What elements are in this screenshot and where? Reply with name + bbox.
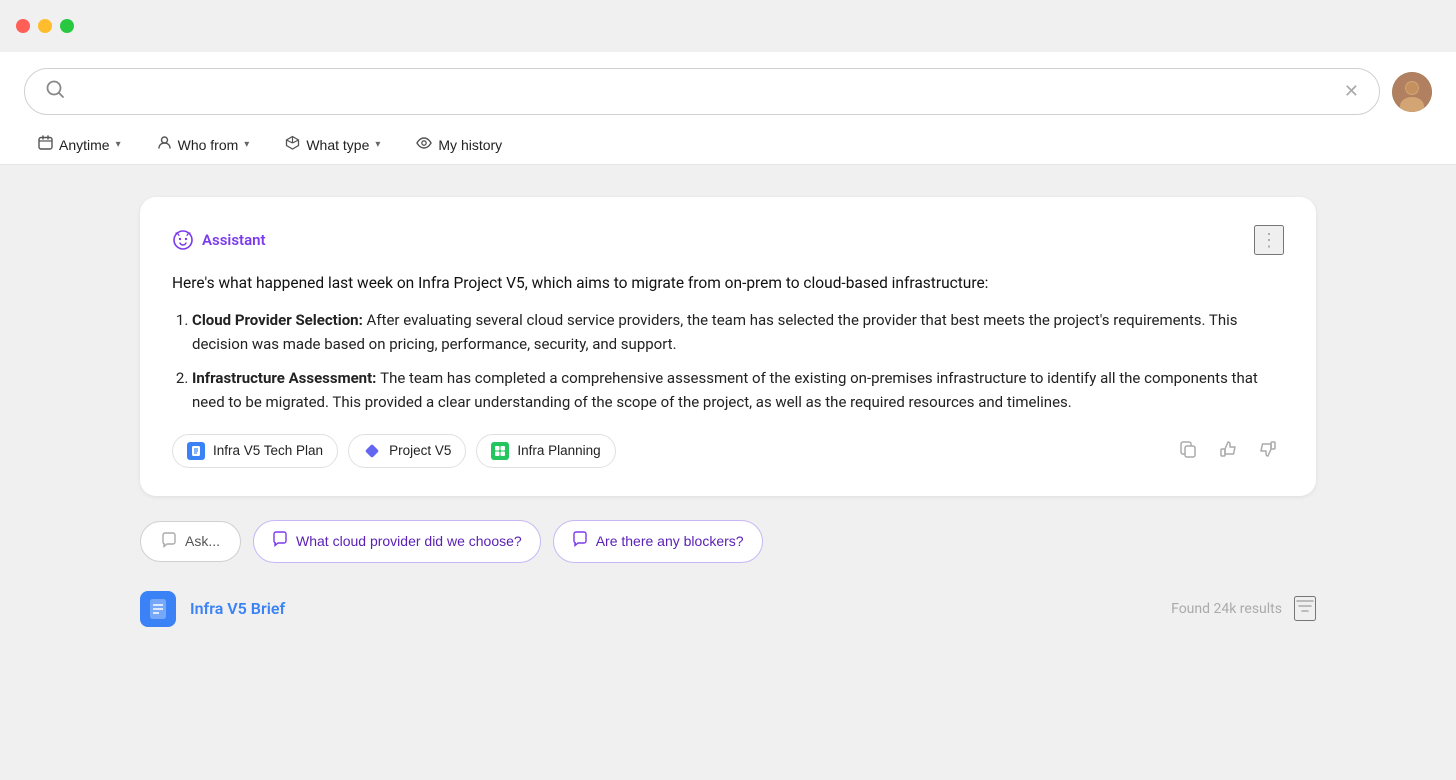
filter-anytime[interactable]: Anytime ▾ [24,127,135,164]
search-row: what's the latest on infra project v5 ✕ [24,68,1432,115]
filter-what-type[interactable]: What type ▾ [271,127,394,164]
suggestion-row: Ask... What cloud provider did we choose… [140,520,1316,563]
main-content: Assistant ⋮ Here's what happened last we… [0,165,1456,659]
fullscreen-button[interactable] [60,19,74,33]
assistant-intro: Here's what happened last week on Infra … [172,271,1284,296]
results-filter-button[interactable] [1294,596,1316,621]
my-history-label: My history [438,137,502,153]
titlebar [0,0,1456,52]
source-chip-project-v5-label: Project V5 [389,443,451,458]
bottom-doc-icon [140,591,176,627]
suggestion-bubble-icon-2 [572,531,588,552]
action-buttons [1172,435,1284,467]
list-item: Cloud Provider Selection: After evaluati… [192,308,1284,356]
bottom-right: Found 24k results [1171,596,1316,621]
search-input[interactable]: what's the latest on infra project v5 [77,83,1332,101]
clear-search-button[interactable]: ✕ [1344,83,1359,101]
source-chip-infra-planning[interactable]: Infra Planning [476,434,615,468]
calendar-icon [38,135,53,154]
suggestion-bubble-icon-1 [272,531,288,552]
assistant-body: Here's what happened last week on Infra … [172,271,1284,414]
list-item-1-title: Cloud Provider Selection: [192,311,367,329]
avatar[interactable] [1392,72,1432,112]
copy-button[interactable] [1172,435,1204,467]
source-chip-project-v5[interactable]: Project V5 [348,434,466,468]
list-item: Infrastructure Assessment: The team has … [192,366,1284,414]
person-icon [157,135,172,154]
filter-row: Anytime ▾ Who from ▾ Wha [24,127,1432,164]
source-chip-infra-v5[interactable]: Infra V5 Tech Plan [172,434,338,468]
results-count: Found 24k results [1171,601,1282,617]
minimize-button[interactable] [38,19,52,33]
assistant-header: Assistant ⋮ [172,225,1284,255]
source-row: Infra V5 Tech Plan Project V5 [172,434,1284,468]
suggestion-blockers-label: Are there any blockers? [596,533,744,549]
assistant-icon [172,229,194,251]
thumbs-up-button[interactable] [1212,435,1244,467]
doc-blue-icon [187,442,205,460]
source-chip-infra-v5-label: Infra V5 Tech Plan [213,443,323,458]
ask-label: Ask... [185,533,220,549]
anytime-label: Anytime [59,137,110,153]
eye-icon [416,136,432,153]
source-chip-infra-planning-label: Infra Planning [517,443,600,458]
source-chips: Infra V5 Tech Plan Project V5 [172,434,616,468]
grid-green-icon [491,442,509,460]
filter-my-history[interactable]: My history [402,128,516,163]
search-icon [45,79,65,104]
who-from-label: Who from [178,137,239,153]
what-type-chevron: ▾ [375,139,380,150]
ask-button[interactable]: Ask... [140,521,241,562]
suggestion-cloud-provider[interactable]: What cloud provider did we choose? [253,520,541,563]
thumbs-down-button[interactable] [1252,435,1284,467]
cube-icon [285,135,300,154]
who-from-chevron: ▾ [244,139,249,150]
anytime-chevron: ▾ [116,139,121,150]
diamond-purple-icon [363,442,381,460]
assistant-card: Assistant ⋮ Here's what happened last we… [140,197,1316,496]
assistant-label: Assistant [172,229,266,251]
filter-who-from[interactable]: Who from ▾ [143,127,264,164]
suggestion-cloud-label: What cloud provider did we choose? [296,533,522,549]
search-area: what's the latest on infra project v5 ✕ [0,52,1456,165]
assistant-text: Assistant [202,231,266,249]
search-bar: what's the latest on infra project v5 ✕ [24,68,1380,115]
bottom-result-title[interactable]: Infra V5 Brief [190,599,285,618]
assistant-list: Cloud Provider Selection: After evaluati… [172,308,1284,414]
suggestion-blockers[interactable]: Are there any blockers? [553,520,763,563]
what-type-label: What type [306,137,369,153]
more-options-button[interactable]: ⋮ [1254,225,1284,255]
list-item-2-title: Infrastructure Assessment: [192,369,380,387]
ask-bubble-icon [161,532,177,551]
close-button[interactable] [16,19,30,33]
bottom-result: Infra V5 Brief Found 24k results [140,591,1316,627]
